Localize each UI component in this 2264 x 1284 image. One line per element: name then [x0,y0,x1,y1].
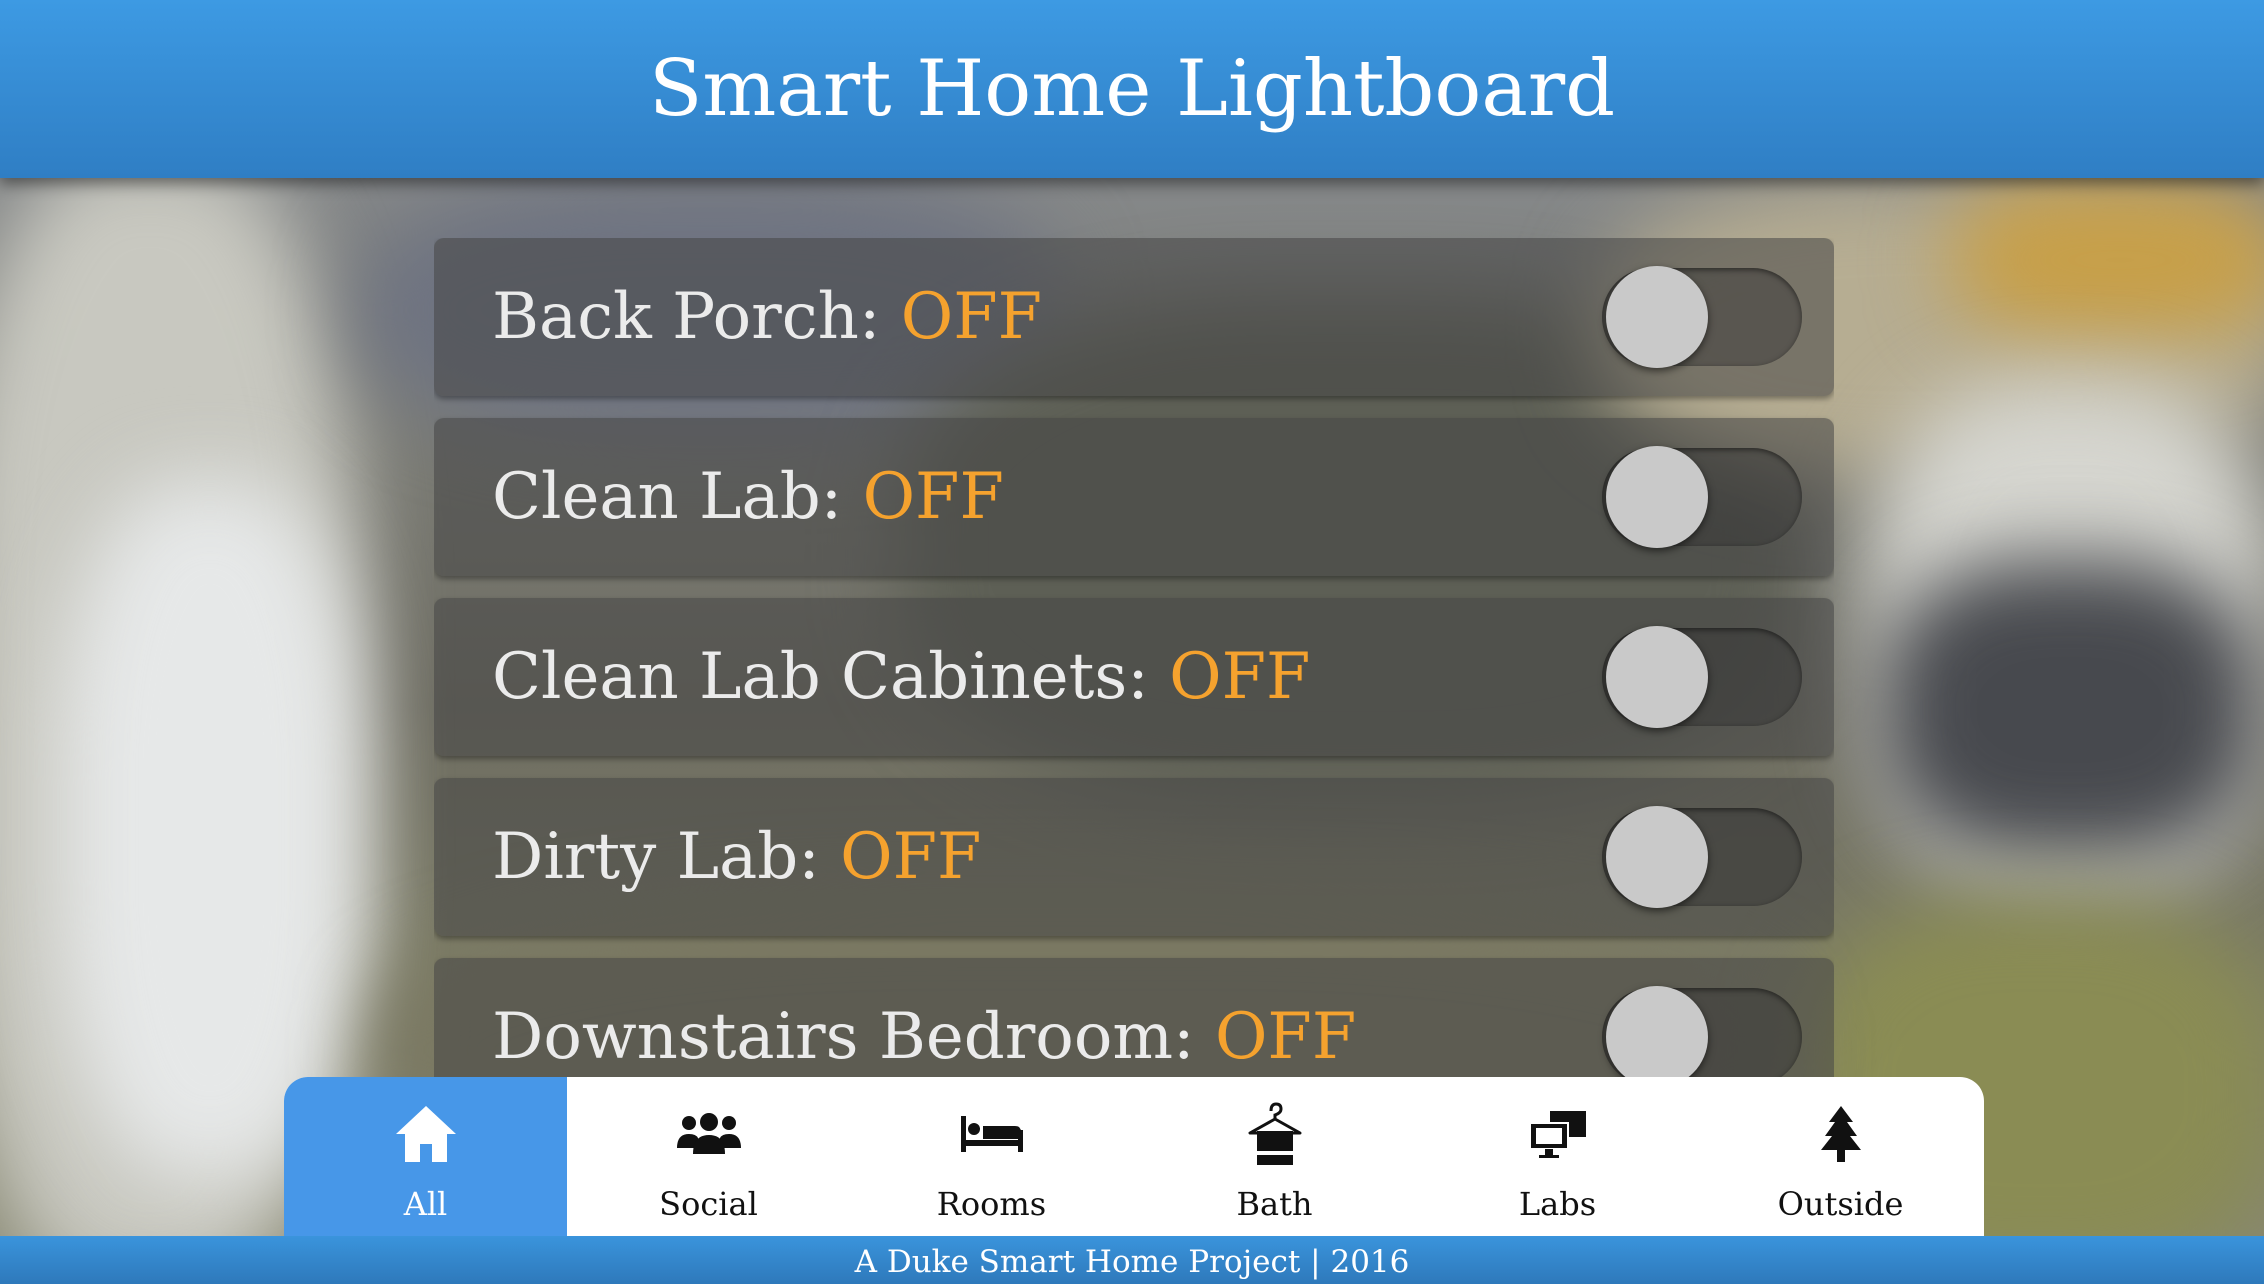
app-header: Smart Home Lightboard [0,0,2264,178]
light-row-downstairs-bedroom: Downstairs Bedroom: OFF [434,958,1834,1078]
light-label: Dirty Lab: OFF [492,778,981,936]
light-row-clean-lab: Clean Lab: OFF [434,418,1834,576]
toggle-knob[interactable] [1606,626,1708,728]
bottom-nav: All Social Rooms Bath Labs Outside [284,1077,1984,1237]
app-footer: A Duke Smart Home Project | 2016 [0,1236,2264,1284]
footer-text: A Duke Smart Home Project | 2016 [854,1244,1410,1280]
tree-icon [1699,1099,1982,1169]
light-state: OFF [1214,1000,1357,1074]
light-name: Downstairs Bedroom: [492,1000,1195,1074]
toggle-knob[interactable] [1606,986,1708,1078]
towel-hanger-icon [1133,1099,1416,1169]
nav-label: Rooms [936,1185,1047,1223]
toggle-knob[interactable] [1606,266,1708,368]
home-icon [284,1099,567,1169]
app-screen: Smart Home Lightboard Back Porch: OFF Cl… [0,0,2264,1284]
page-title: Smart Home Lightboard [648,44,1616,134]
light-name: Dirty Lab: [492,820,820,894]
people-icon [567,1099,850,1169]
light-list: Back Porch: OFF Clean Lab: OFF Clean Lab… [434,238,1834,1078]
nav-tab-rooms[interactable]: Rooms [850,1077,1133,1237]
light-state: OFF [900,280,1042,354]
nav-label: All [403,1185,448,1223]
computers-icon [1416,1099,1699,1169]
nav-tab-labs[interactable]: Labs [1416,1077,1699,1237]
nav-tab-bath[interactable]: Bath [1133,1077,1416,1237]
light-state: OFF [840,820,982,894]
light-name: Clean Lab Cabinets: [492,640,1149,714]
toggle-knob[interactable] [1606,806,1708,908]
nav-label: Social [659,1185,758,1223]
toggle-knob[interactable] [1606,446,1708,548]
light-name: Back Porch: [492,280,881,354]
light-state: OFF [862,460,1004,534]
toggle-switch[interactable] [1602,626,1802,728]
toggle-switch[interactable] [1602,446,1802,548]
light-label: Back Porch: OFF [492,238,1042,396]
toggle-switch[interactable] [1602,266,1802,368]
light-name: Clean Lab: [492,460,843,534]
nav-tab-all[interactable]: All [284,1077,567,1237]
toggle-switch[interactable] [1602,986,1802,1078]
light-label: Clean Lab: OFF [492,418,1004,576]
light-row-clean-lab-cabinets: Clean Lab Cabinets: OFF [434,598,1834,756]
light-state: OFF [1169,640,1311,714]
nav-label: Bath [1236,1185,1313,1223]
nav-label: Labs [1518,1185,1597,1223]
toggle-switch[interactable] [1602,806,1802,908]
light-label: Clean Lab Cabinets: OFF [492,598,1310,756]
nav-label: Outside [1777,1185,1904,1223]
nav-tab-social[interactable]: Social [567,1077,850,1237]
light-label: Downstairs Bedroom: OFF [492,958,1356,1078]
bed-icon [850,1099,1133,1169]
light-row-back-porch: Back Porch: OFF [434,238,1834,396]
light-row-dirty-lab: Dirty Lab: OFF [434,778,1834,936]
nav-tab-outside[interactable]: Outside [1699,1077,1982,1237]
